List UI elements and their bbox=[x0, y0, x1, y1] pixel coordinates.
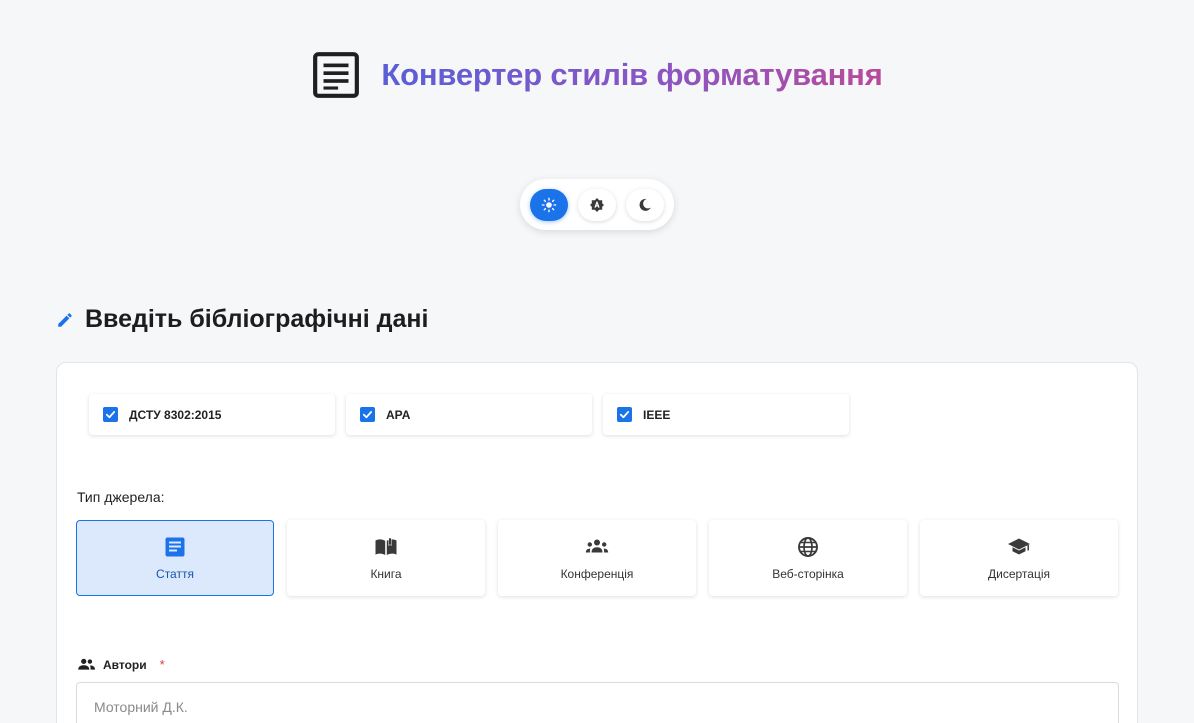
dstu-checkbox[interactable] bbox=[103, 407, 118, 422]
globe-icon bbox=[798, 537, 818, 557]
type-label: Веб-сторінка bbox=[772, 567, 844, 581]
authors-label: Автори * bbox=[77, 655, 165, 674]
pencil-icon bbox=[58, 312, 72, 327]
app-header: Конвертер стилів форматування bbox=[0, 50, 1194, 100]
theme-dark-button[interactable] bbox=[626, 188, 664, 221]
article-icon bbox=[165, 537, 185, 557]
citation-styles: ДСТУ 8302:2015 APA IEEE bbox=[89, 394, 849, 435]
check-icon bbox=[619, 411, 630, 419]
page: Конвертер стилів форматування Введіть бі… bbox=[0, 0, 1194, 723]
theme-auto-button[interactable] bbox=[578, 188, 616, 221]
check-icon bbox=[105, 411, 116, 419]
style-label: APA bbox=[386, 407, 411, 422]
style-option-apa[interactable]: APA bbox=[346, 394, 592, 435]
source-type-dissertation[interactable]: Дисертація bbox=[920, 520, 1118, 596]
type-label: Конференція bbox=[560, 567, 634, 581]
section-title: Введіть бібліографічні дані bbox=[56, 305, 428, 334]
source-type-book[interactable]: Книга bbox=[287, 520, 485, 596]
section-heading: Введіть бібліографічні дані bbox=[85, 305, 429, 333]
bibliography-form-card: ДСТУ 8302:2015 APA IEEE Тип джерела: Ста… bbox=[56, 362, 1138, 723]
book-icon bbox=[375, 538, 397, 555]
source-type-options: Стаття Книга Конференція Веб-сторінка Ди… bbox=[76, 520, 1118, 596]
theme-light-button[interactable] bbox=[530, 188, 568, 221]
page-title: Конвертер стилів форматування bbox=[381, 57, 883, 92]
groups-icon bbox=[585, 539, 609, 553]
source-type-label: Тип джерела: bbox=[77, 489, 165, 505]
authors-label-text: Автори bbox=[103, 657, 147, 672]
article-icon bbox=[313, 52, 360, 98]
style-label: IEEE bbox=[643, 407, 671, 422]
style-label: ДСТУ 8302:2015 bbox=[129, 407, 222, 422]
theme-switcher bbox=[520, 179, 674, 230]
people-icon bbox=[78, 658, 96, 670]
source-type-conference[interactable]: Конференція bbox=[498, 520, 696, 596]
sun-icon bbox=[541, 197, 557, 212]
style-option-dstu[interactable]: ДСТУ 8302:2015 bbox=[89, 394, 335, 435]
source-type-article[interactable]: Стаття bbox=[76, 520, 274, 596]
apa-checkbox[interactable] bbox=[360, 407, 375, 422]
moon-icon bbox=[639, 198, 651, 211]
graduation-cap-icon bbox=[1008, 538, 1030, 555]
type-label: Дисертація bbox=[988, 567, 1050, 581]
type-label: Книга bbox=[370, 567, 402, 581]
source-type-webpage[interactable]: Веб-сторінка bbox=[709, 520, 907, 596]
type-label: Стаття bbox=[156, 567, 194, 581]
required-indicator: * bbox=[159, 657, 165, 672]
ieee-checkbox[interactable] bbox=[617, 407, 632, 422]
brightness-auto-icon bbox=[590, 197, 604, 212]
style-option-ieee[interactable]: IEEE bbox=[603, 394, 849, 435]
check-icon bbox=[362, 411, 373, 419]
authors-input[interactable] bbox=[76, 682, 1119, 723]
